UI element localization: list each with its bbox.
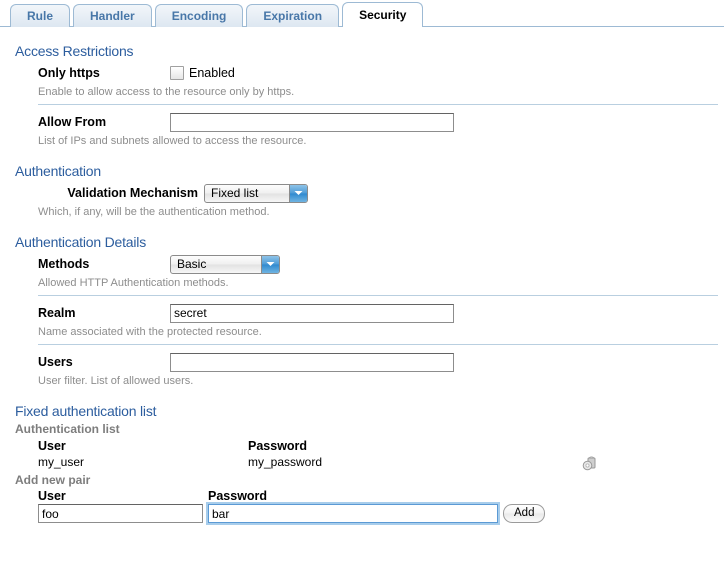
add-button[interactable]: Add <box>503 504 545 523</box>
realm-control <box>170 304 714 323</box>
divider-1 <box>38 104 718 105</box>
table-row: my_user my_password <box>38 454 714 470</box>
methods-control: Basic <box>170 255 714 274</box>
allow-from-label: Allow From <box>10 115 170 129</box>
divider-3 <box>38 344 718 345</box>
section-title-fixed-authentication-list: Fixed authentication list <box>15 403 714 419</box>
add-new-pair-form: User Password Add <box>38 489 714 523</box>
new-password-input[interactable] <box>208 504 498 523</box>
tab-rule[interactable]: Rule <box>10 4 70 27</box>
field-methods: Methods Basic <box>10 253 714 275</box>
tab-bar: Rule Handler Encoding Expiration Securit… <box>0 0 724 27</box>
only-https-label: Only https <box>10 66 170 80</box>
chevron-down-icon <box>289 185 307 202</box>
methods-value: Basic <box>171 256 212 273</box>
tab-security[interactable]: Security <box>342 2 423 27</box>
column-header-user: User <box>38 439 248 453</box>
tab-encoding[interactable]: Encoding <box>155 4 244 27</box>
delete-icon[interactable] <box>581 455 599 473</box>
validation-mechanism-label: Validation Mechanism <box>10 186 204 200</box>
add-pair-fields: Add <box>38 504 714 523</box>
chevron-down-icon <box>261 256 279 273</box>
section-title-access-restrictions: Access Restrictions <box>15 43 714 59</box>
allow-from-help: List of IPs and subnets allowed to acces… <box>38 135 714 147</box>
tab-expiration[interactable]: Expiration <box>246 4 339 27</box>
only-https-checkbox[interactable] <box>170 66 184 80</box>
validation-mechanism-help: Which, if any, will be the authenticatio… <box>38 206 714 218</box>
field-allow-from: Allow From <box>10 111 714 133</box>
users-input[interactable] <box>170 353 454 372</box>
allow-from-input[interactable] <box>170 113 454 132</box>
security-settings-panel: Access Restrictions Only https Enabled E… <box>0 43 724 523</box>
users-control <box>170 353 714 372</box>
authentication-list-label: Authentication list <box>15 422 714 436</box>
methods-help: Allowed HTTP Authentication methods. <box>38 277 714 289</box>
authentication-list-table: User Password my_user my_password <box>38 438 714 470</box>
realm-label: Realm <box>10 306 170 320</box>
section-title-authentication: Authentication <box>15 163 714 179</box>
cell-user: my_user <box>38 455 248 469</box>
divider-2 <box>38 295 718 296</box>
realm-input[interactable] <box>170 304 454 323</box>
users-help: User filter. List of allowed users. <box>38 375 714 387</box>
realm-help: Name associated with the protected resou… <box>38 326 714 338</box>
validation-mechanism-select[interactable]: Fixed list <box>204 184 308 203</box>
methods-select[interactable]: Basic <box>170 255 280 274</box>
allow-from-control <box>170 113 714 132</box>
validation-mechanism-value: Fixed list <box>205 185 264 202</box>
add-pair-header-row: User Password <box>38 489 714 503</box>
column-header-password: Password <box>248 439 548 453</box>
field-realm: Realm <box>10 302 714 324</box>
only-https-control: Enabled <box>170 66 714 80</box>
tab-handler[interactable]: Handler <box>73 4 152 27</box>
add-column-header-password: Password <box>208 489 267 503</box>
field-only-https: Only https Enabled <box>10 62 714 84</box>
field-users: Users <box>10 351 714 373</box>
add-new-pair-label: Add new pair <box>15 473 714 487</box>
new-user-input[interactable] <box>38 504 203 523</box>
add-column-header-user: User <box>38 489 208 503</box>
table-header-row: User Password <box>38 438 714 454</box>
only-https-checkrow[interactable]: Enabled <box>170 66 714 80</box>
methods-label: Methods <box>10 257 170 271</box>
only-https-help: Enable to allow access to the resource o… <box>38 86 714 98</box>
validation-mechanism-control: Fixed list <box>204 184 714 203</box>
field-validation-mechanism: Validation Mechanism Fixed list <box>10 182 714 204</box>
users-label: Users <box>10 355 170 369</box>
section-title-authentication-details: Authentication Details <box>15 234 714 250</box>
cell-password: my_password <box>248 455 548 469</box>
only-https-checkbox-label: Enabled <box>189 66 235 80</box>
